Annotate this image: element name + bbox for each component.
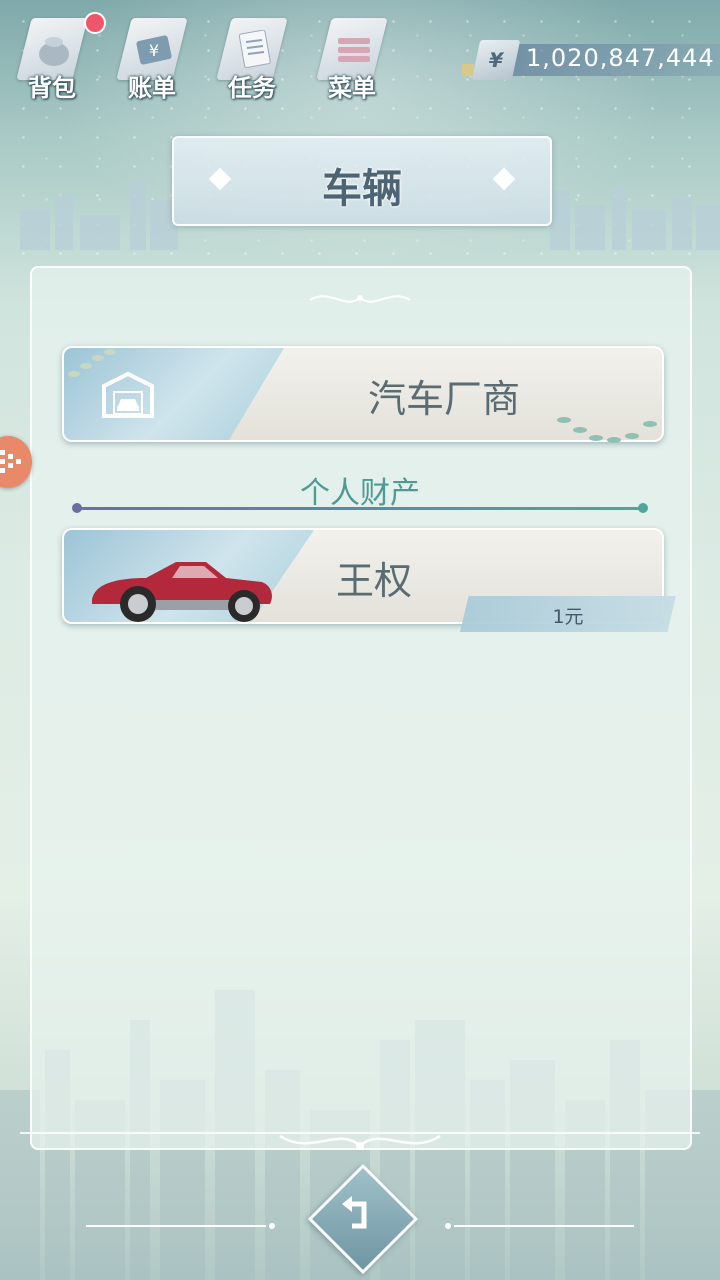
top-bar: 背包 ¥ 账单 任务 菜单 ¥ 1,020,847,444 [0,0,720,110]
task-icon [234,30,274,70]
menu-button[interactable]: 菜单 [312,8,392,104]
yen-icon: ¥ [471,40,521,80]
menu-icon [334,30,374,70]
leaf-decoration [557,417,657,443]
svg-text:¥: ¥ [149,41,159,60]
decorative-line-left [86,1223,275,1229]
bill-label: 账单 [128,74,176,102]
bill-icon: ¥ [134,30,174,70]
money-amount: 1,020,847,444 [526,44,715,72]
page-title: 车辆 [322,166,402,212]
backpack-icon [34,30,74,70]
task-label: 任务 [228,74,276,102]
vehicle-name: 王权 [335,559,412,603]
flourish-ornament-bottom [279,1134,441,1150]
divider-dot [638,503,648,513]
task-button[interactable]: 任务 [212,8,292,104]
back-button[interactable] [307,1163,419,1275]
back-arrow-icon [342,1196,367,1229]
backpack-button[interactable]: 背包 [12,8,92,104]
backpack-label: 背包 [28,74,76,102]
decorative-line-right [445,1223,634,1229]
grid-dots-icon [0,450,21,473]
page-title-box: 车辆 [172,136,552,226]
divider-dot [72,503,82,513]
notification-dot [84,12,106,34]
section-title: 个人财产 [300,476,420,511]
section-divider [72,503,648,513]
car-icon [92,562,272,622]
vehicle-price-tag: 1元 [460,596,676,632]
leaf-decoration [68,349,116,377]
bill-button[interactable]: ¥ 账单 [112,8,192,104]
flourish-ornament-top [309,295,411,303]
menu-label: 菜单 [328,74,376,102]
vehicle-price: 1元 [552,606,584,628]
money-display: ¥ 1,020,847,444 [460,40,720,80]
